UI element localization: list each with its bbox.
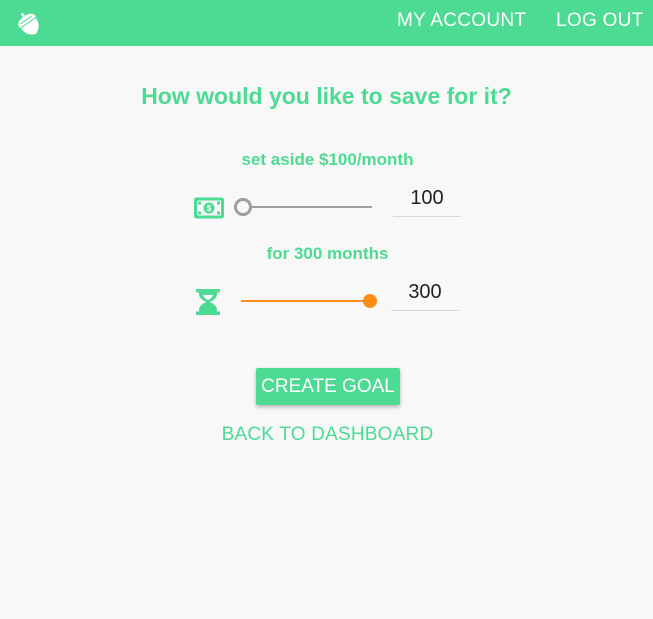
amount-slider-thumb[interactable] <box>234 198 252 216</box>
amount-slider[interactable] <box>234 197 372 217</box>
hourglass-icon <box>196 289 220 315</box>
months-slider-track <box>241 300 377 302</box>
page-title: How would you like to save for it? <box>141 83 512 109</box>
money-icon: $ <box>194 197 224 219</box>
acorn-icon[interactable] <box>14 9 44 39</box>
top-navbar: MY ACCOUNT LOG OUT <box>0 0 653 46</box>
months-input[interactable] <box>391 274 459 311</box>
amount-slider-track <box>234 206 372 208</box>
back-to-dashboard-link[interactable]: BACK TO DASHBOARD <box>0 424 653 446</box>
months-slider-thumb[interactable] <box>363 294 377 308</box>
amount-summary-label: set aside $100/month <box>241 150 414 169</box>
amount-input[interactable] <box>393 180 461 217</box>
months-slider[interactable] <box>241 291 377 311</box>
create-goal-button[interactable]: CREATE GOAL <box>256 368 400 405</box>
months-summary-label: for 300 months <box>266 244 389 263</box>
my-account-link[interactable]: MY ACCOUNT <box>397 10 526 32</box>
svg-text:$: $ <box>207 204 212 213</box>
log-out-link[interactable]: LOG OUT <box>556 10 644 32</box>
